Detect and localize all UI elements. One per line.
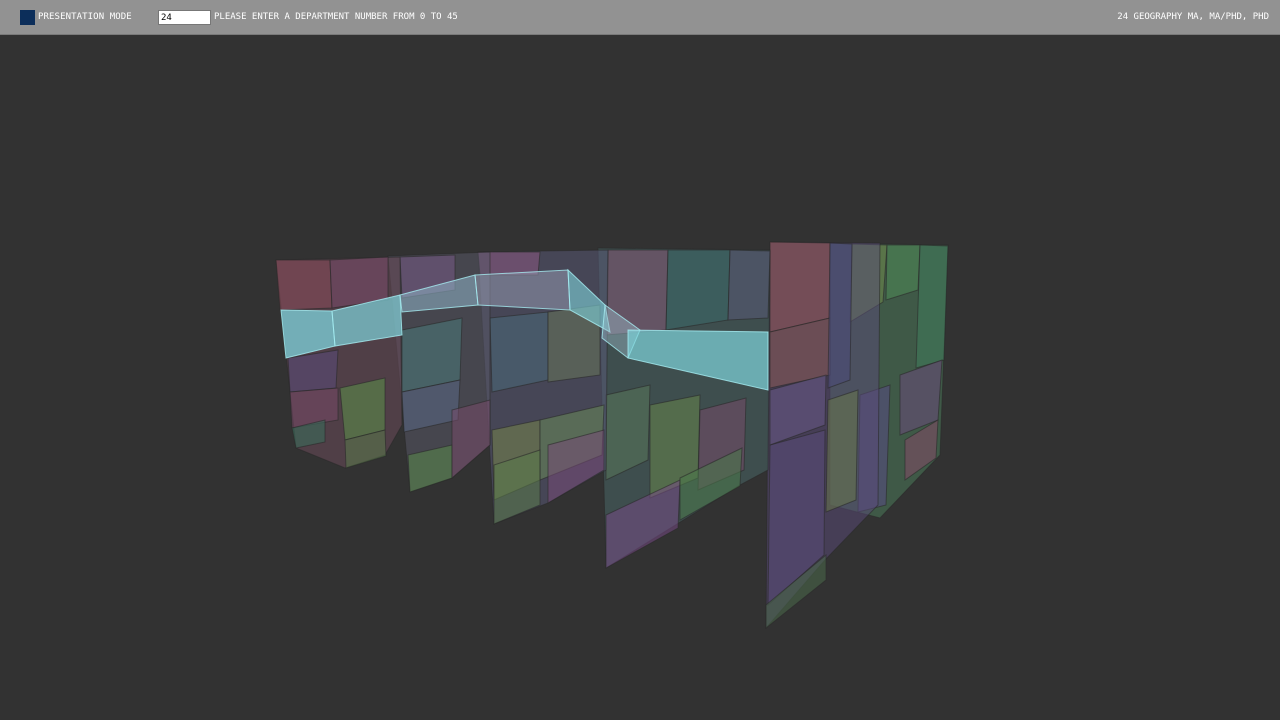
top-toolbar: PRESENTATION MODE PLEASE ENTER A DEPARTM…: [0, 0, 1280, 35]
3d-visualization-viewport[interactable]: [0, 36, 1280, 720]
selected-department-status: 24 GEOGRAPHY MA, MA/PHD, PHD: [1117, 12, 1269, 22]
presentation-mode-label: PRESENTATION MODE: [38, 12, 132, 22]
treemap-layers-scene[interactable]: [0, 36, 1280, 720]
layer-1: [275, 256, 403, 469]
layer-5: [765, 241, 881, 630]
department-prompt: PLEASE ENTER A DEPARTMENT NUMBER FROM 0 …: [214, 12, 458, 22]
layer-4: [597, 247, 771, 569]
presentation-mode-toggle[interactable]: [20, 10, 35, 25]
department-number-input[interactable]: [158, 10, 211, 25]
